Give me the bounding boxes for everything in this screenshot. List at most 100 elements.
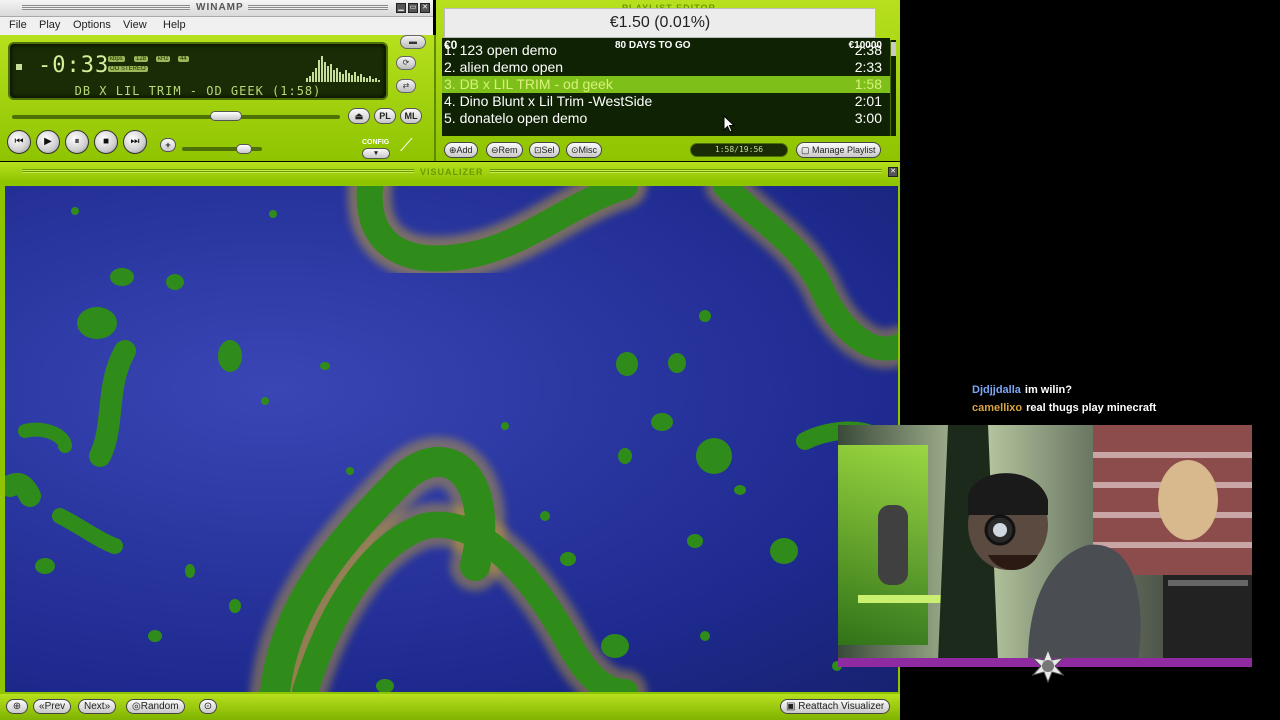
next-preset-button[interactable]: Next» (78, 699, 117, 714)
pin-icon[interactable]: ⟋ (400, 135, 424, 155)
playlist-list[interactable]: 1. 123 open demo 2:38 €0 80 DAYS TO GO €… (442, 38, 890, 136)
spectrum-bar (309, 76, 311, 82)
manage-playlist-button[interactable]: ▢ Manage Playlist (796, 142, 881, 158)
reattach-icon: ▣ (786, 701, 799, 712)
spectrum-bar (321, 56, 323, 82)
remove-icon: ⊖ (491, 145, 499, 155)
menu-options[interactable]: Options (73, 19, 111, 31)
menu-help[interactable]: Help (163, 19, 186, 31)
remove-button[interactable]: ⊖Rem (486, 142, 523, 158)
select-label: Sel (541, 145, 555, 155)
khz-label: kHz (156, 56, 171, 62)
config-button[interactable]: ▾ (362, 148, 390, 159)
play-state-icon (16, 64, 22, 70)
goal-start: €0 (444, 38, 458, 52)
visualizer-menu-icon[interactable]: ⊕ (6, 699, 28, 714)
playlist-editor: PLAYLIST EDITOR €1.50 (0.01%) 1. 123 ope… (436, 0, 900, 161)
seek-knob[interactable] (210, 111, 243, 121)
spectrum-bar (378, 80, 380, 82)
playlist-item-duration: 2:01 (854, 93, 882, 109)
playlist-item-name: 2. alien demo open (444, 59, 564, 75)
spectrum-bar (372, 79, 374, 82)
spectrum-bar (354, 72, 356, 82)
chat-overlay: Djdjjdalla im wilin? camellixo real thugs … (972, 384, 1272, 420)
playlist-item[interactable]: 4. Dino Blunt x Lil Trim -WestSide 2:01 (442, 93, 890, 110)
playlist-item-name: 4. Dino Blunt x Lil Trim -WestSide (444, 93, 653, 109)
stop-button[interactable]: ■ (94, 130, 118, 154)
previous-track-button[interactable]: ⏮ (7, 130, 31, 154)
visualizer-toolbar: ⊕ «Prev Next» ◎Random ⊙ ▣ Reattach Visua… (0, 694, 900, 720)
chat-text: im wilin? (1024, 384, 1072, 396)
menu-view[interactable]: View (123, 19, 147, 31)
repeat-icon[interactable]: ⟳ (396, 56, 416, 70)
pause-button[interactable]: ⏸ (65, 130, 89, 154)
song-title-display[interactable]: DB X LIL TRIM - OD GEEK (1:58) (14, 84, 382, 98)
misc-button[interactable]: ⊙Misc (566, 142, 603, 158)
minimize-icon[interactable]: ▁ (396, 3, 406, 13)
close-icon[interactable]: ✕ (420, 3, 430, 13)
spectrum-bar (318, 60, 320, 82)
scrollbar-thumb[interactable] (891, 42, 896, 56)
next-track-button[interactable]: ⏭ (123, 130, 147, 154)
playlist-item[interactable]: 5. donatelo open demo 3:00 (442, 110, 890, 127)
seek-bar[interactable] (12, 115, 340, 119)
chat-message: Djdjjdalla im wilin? (972, 384, 1272, 402)
config-label: CONFIG (362, 139, 390, 146)
spectrum-bar (315, 68, 317, 82)
khz-value: 44 (178, 56, 189, 62)
reattach-visualizer-button[interactable]: ▣ Reattach Visualizer (780, 699, 891, 714)
add-label: Add (456, 145, 473, 155)
spectrum-bar (339, 72, 341, 82)
menu-play[interactable]: Play (39, 19, 60, 31)
spectrum-bar (327, 66, 329, 82)
shade-icon[interactable]: ▭ (408, 3, 418, 13)
chat-text: real thugs play minecraft (1026, 402, 1157, 414)
webcam-scene (838, 425, 1252, 661)
random-icon: ◎ (132, 701, 141, 712)
donation-counter: €1.50 (0.01%) (444, 8, 876, 38)
spectrum-bar (369, 76, 371, 82)
playlist-toggle-button[interactable]: PL (374, 108, 396, 124)
play-button[interactable]: ▶ (36, 130, 60, 154)
eject-button[interactable]: ⏏ (348, 108, 370, 124)
random-preset-button[interactable]: ◎Random (126, 699, 185, 714)
spectrum-analyzer[interactable] (306, 54, 382, 82)
misc-label: Misc (578, 145, 598, 155)
playlist-item-active[interactable]: 3. DB x LIL TRIM - od geek 1:58 (442, 76, 890, 93)
select-button[interactable]: ⊡Sel (529, 142, 560, 158)
prev-preset-button[interactable]: «Prev (33, 699, 72, 714)
time-display[interactable]: -0:33 (38, 53, 109, 78)
add-button[interactable]: ⊕Add (444, 142, 478, 158)
playlist-item[interactable]: 2. alien demo open 2:33 (442, 59, 890, 76)
webcam-feed (838, 425, 1252, 661)
visualizer-frame (0, 182, 900, 694)
playlist-scrollbar[interactable] (890, 40, 896, 136)
visualizer-titlebar[interactable]: VISUALIZER ✕ (0, 162, 900, 182)
playlist-item-duration: 3:00 (854, 110, 882, 126)
menu-file[interactable]: File (9, 19, 27, 31)
volume-knob[interactable] (236, 144, 253, 154)
media-library-button[interactable]: ML (400, 108, 422, 124)
volume-icon[interactable]: + (160, 138, 176, 152)
stereo-indicator: OO STEREO (108, 66, 148, 72)
playlist-item-duration: 2:33 (854, 59, 882, 75)
goal-days-left: 80 DAYS TO GO (615, 40, 691, 51)
misc-icon: ⊙ (571, 145, 579, 155)
winamp-titlebar[interactable]: WINAMP ▁ ▭ ✕ (0, 0, 433, 17)
playlist-item-name: 3. DB x LIL TRIM - od geek (444, 76, 613, 92)
mascot-icon (1031, 648, 1065, 684)
shuffle-icon[interactable]: ⇄ (396, 79, 416, 93)
chat-username: Djdjjdalla (972, 384, 1021, 396)
spectrum-bar (336, 68, 338, 82)
manage-playlist-label: Manage Playlist (812, 145, 876, 155)
menu-toggle-button[interactable]: ▬ (400, 35, 426, 49)
visualizer-options-icon[interactable]: ⊙ (199, 699, 217, 714)
titlebar-stripe (248, 5, 388, 10)
kbps-label: kbps (108, 56, 125, 62)
spectrum-bar (306, 78, 308, 82)
visualizer-canvas[interactable] (5, 186, 898, 692)
random-label: Random (140, 701, 179, 712)
spectrum-bar (363, 77, 365, 82)
prev-label: Prev (44, 701, 66, 712)
close-icon[interactable]: ✕ (888, 167, 898, 177)
